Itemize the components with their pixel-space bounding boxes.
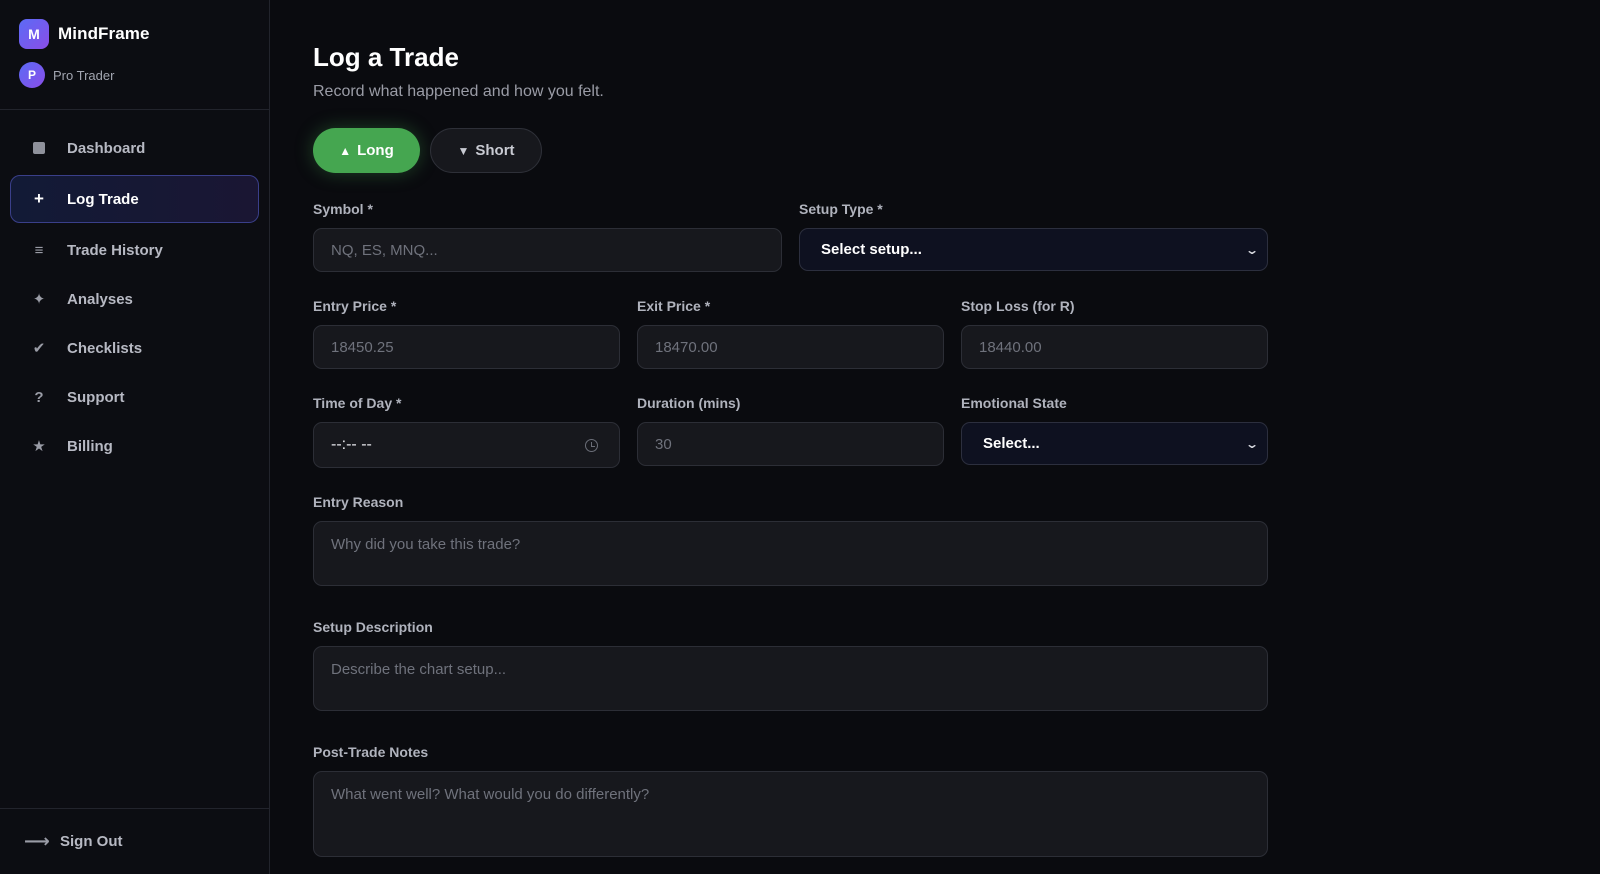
exit-price-field-group: Exit Price * 18470.00	[637, 298, 944, 369]
entry-reason-field-group: Entry Reason Why did you take this trade…	[313, 494, 1268, 586]
sidebar-item-billing[interactable]: ★ Billing	[10, 424, 259, 468]
stop-loss-input[interactable]: 18440.00	[961, 325, 1268, 369]
symbol-field-group: Symbol * NQ, ES, MNQ...	[313, 201, 782, 272]
entry-price-placeholder: 18450.25	[331, 338, 394, 356]
sidebar-item-label: Checklists	[67, 339, 143, 357]
sidebar-item-label: Trade History	[67, 241, 163, 259]
long-label: Long	[357, 142, 394, 159]
clock-icon[interactable]	[585, 438, 598, 452]
post-trade-notes-label: Post-Trade Notes	[313, 744, 429, 760]
sidebar-item-label: Dashboard	[67, 139, 146, 157]
time-of-day-field-group: Time of Day * --:-- --	[313, 395, 620, 468]
setup-description-label: Setup Description	[313, 619, 433, 635]
user-name: Pro Trader	[53, 67, 115, 83]
sign-out-label: Sign Out	[60, 833, 123, 850]
setup-type-select[interactable]: Select setup... ⌄	[799, 228, 1268, 271]
time-of-day-input[interactable]: --:-- --	[313, 422, 620, 468]
triangle-up-icon: ▲	[339, 143, 352, 158]
post-trade-notes-placeholder: What went well? What would you do differ…	[331, 786, 650, 803]
sidebar-item-checklists[interactable]: ✔ Checklists	[10, 326, 259, 370]
sidebar-item-dashboard[interactable]: Dashboard	[10, 126, 259, 170]
sidebar-item-trade-history[interactable]: ≡ Trade History	[10, 228, 259, 272]
symbol-placeholder: NQ, ES, MNQ...	[331, 241, 438, 259]
sidebar-item-log-trade[interactable]: + Log Trade	[10, 175, 259, 223]
form-row: Symbol * NQ, ES, MNQ... Setup Type * Sel…	[313, 201, 1268, 272]
sidebar-item-analyses[interactable]: ✦ Analyses	[10, 277, 259, 321]
page-subtitle: Record what happened and how you felt.	[313, 83, 604, 100]
duration-label: Duration (mins)	[637, 395, 741, 411]
setup-description-placeholder: Describe the chart setup...	[331, 661, 507, 678]
post-trade-notes-field-group: Post-Trade Notes What went well? What wo…	[313, 744, 1268, 857]
plus-icon: +	[34, 189, 44, 208]
duration-field-group: Duration (mins) 30	[637, 395, 944, 468]
brand-header: M MindFrame P Pro Trader	[0, 0, 269, 110]
sidebar-item-label: Support	[67, 388, 125, 406]
setup-description-field-group: Setup Description Describe the chart set…	[313, 619, 1268, 711]
emotional-state-field-group: Emotional State Select... ⌄	[961, 395, 1268, 468]
question-icon: ?	[34, 388, 44, 406]
check-icon: ✔	[32, 340, 46, 357]
long-button[interactable]: ▲ Long	[313, 128, 420, 173]
symbol-label: Symbol *	[313, 201, 373, 217]
setup-type-field-group: Setup Type * Select setup... ⌄	[799, 201, 1268, 272]
sidebar-nav: Dashboard + Log Trade ≡ Trade History ✦ …	[0, 110, 269, 473]
emotional-state-label: Emotional State	[961, 395, 1067, 411]
chevron-down-icon: ⌄	[1244, 436, 1260, 451]
short-label: Short	[475, 142, 515, 159]
entry-price-label: Entry Price *	[313, 298, 397, 314]
brand-name: MindFrame	[58, 24, 150, 43]
stop-loss-field-group: Stop Loss (for R) 18440.00	[961, 298, 1268, 369]
duration-placeholder: 30	[655, 435, 672, 453]
duration-input[interactable]: 30	[637, 422, 944, 466]
form-row: Entry Price * 18450.25 Exit Price * 1847…	[313, 298, 1268, 369]
setup-description-textarea[interactable]: Describe the chart setup...	[313, 646, 1268, 711]
sidebar-item-support[interactable]: ? Support	[10, 375, 259, 419]
arrow-right-icon: ⟶	[24, 831, 50, 851]
entry-reason-label: Entry Reason	[313, 494, 404, 510]
list-icon: ≡	[34, 241, 44, 259]
setup-type-label: Setup Type *	[799, 201, 883, 217]
emotional-state-value: Select...	[983, 435, 1040, 452]
exit-price-placeholder: 18470.00	[655, 338, 718, 356]
time-of-day-value: --:-- --	[331, 436, 372, 453]
sidebar: M MindFrame P Pro Trader Dashboard + Log…	[0, 0, 270, 874]
entry-price-input[interactable]: 18450.25	[313, 325, 620, 369]
sparkle-icon: ✦	[32, 291, 46, 308]
symbol-input[interactable]: NQ, ES, MNQ...	[313, 228, 782, 272]
sidebar-item-label: Log Trade	[67, 190, 139, 208]
brand-row[interactable]: M MindFrame	[19, 19, 250, 49]
form-row: Time of Day * --:-- -- Duration (mins) 3…	[313, 395, 1268, 468]
exit-price-label: Exit Price *	[637, 298, 711, 314]
direction-toggle: ▲ Long ▼ Short	[313, 128, 1600, 173]
post-trade-notes-textarea[interactable]: What went well? What would you do differ…	[313, 771, 1268, 857]
app: M MindFrame P Pro Trader Dashboard + Log…	[0, 0, 1600, 874]
emotional-state-select[interactable]: Select... ⌄	[961, 422, 1268, 465]
trade-form: Symbol * NQ, ES, MNQ... Setup Type * Sel…	[313, 201, 1268, 857]
entry-price-field-group: Entry Price * 18450.25	[313, 298, 620, 369]
user-profile[interactable]: P Pro Trader	[19, 62, 250, 88]
chevron-down-icon: ⌄	[1244, 242, 1260, 257]
entry-reason-placeholder: Why did you take this trade?	[331, 536, 521, 553]
stop-loss-label: Stop Loss (for R)	[961, 298, 1075, 314]
sign-out-button[interactable]: ⟶ Sign Out	[0, 808, 269, 874]
avatar: P	[19, 62, 45, 88]
setup-type-value: Select setup...	[821, 241, 922, 258]
triangle-down-icon: ▼	[457, 143, 470, 158]
exit-price-input[interactable]: 18470.00	[637, 325, 944, 369]
entry-reason-textarea[interactable]: Why did you take this trade?	[313, 521, 1268, 586]
page-title: Log a Trade	[313, 42, 459, 72]
short-button[interactable]: ▼ Short	[430, 128, 542, 173]
stop-loss-placeholder: 18440.00	[979, 338, 1042, 356]
sidebar-item-label: Billing	[67, 437, 113, 455]
brand-logo: M	[19, 19, 49, 49]
main-content: Log a Trade Record what happened and how…	[270, 0, 1600, 874]
sidebar-item-label: Analyses	[67, 290, 133, 308]
star-icon: ★	[32, 438, 46, 455]
square-icon	[27, 138, 51, 158]
time-of-day-label: Time of Day *	[313, 395, 402, 411]
